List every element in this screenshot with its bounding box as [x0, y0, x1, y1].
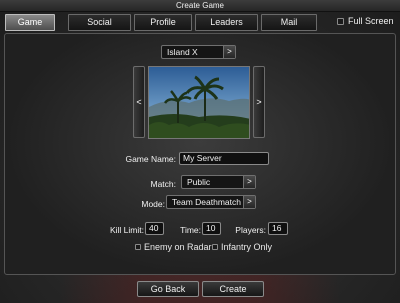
kill-limit-label: Kill Limit: [109, 225, 144, 235]
background-artwork [60, 272, 340, 303]
tab-mail[interactable]: Mail [261, 14, 317, 31]
mode-next-button[interactable]: > [243, 196, 255, 208]
players-input[interactable]: 16 [268, 222, 288, 235]
go-back-button[interactable]: Go Back [137, 281, 199, 297]
infantry-only-option[interactable]: Infantry Only [212, 242, 272, 252]
map-name: Island X [167, 47, 198, 57]
match-next-button[interactable]: > [243, 176, 255, 188]
map-preview-image [148, 66, 250, 139]
create-button[interactable]: Create [202, 281, 264, 297]
game-name-label: Game Name: [125, 154, 176, 164]
infantry-only-checkbox[interactable] [212, 244, 218, 250]
map-next-button[interactable]: > [223, 46, 235, 58]
time-label: Time: [180, 225, 201, 235]
match-selector[interactable]: Public > [181, 175, 256, 189]
mode-selector[interactable]: Team Deathmatch > [166, 195, 256, 209]
tab-game[interactable]: Game [5, 14, 55, 31]
match-value: Public [187, 177, 211, 187]
time-input[interactable]: 10 [202, 222, 221, 235]
fullscreen-toggle[interactable]: Full Screen [337, 15, 394, 27]
tab-leaders[interactable]: Leaders [195, 14, 258, 31]
map-selector[interactable]: Island X > [161, 45, 236, 59]
map-preview-graphic [149, 67, 249, 138]
tab-profile[interactable]: Profile [134, 14, 192, 31]
fullscreen-label: Full Screen [348, 16, 394, 26]
enemy-radar-label: Enemy on Radar [144, 242, 212, 252]
game-name-input[interactable]: My Server [179, 152, 269, 165]
match-label: Match: [150, 179, 176, 189]
mode-label: Mode: [141, 199, 165, 209]
map-prev-side-button[interactable]: < [133, 66, 145, 138]
infantry-only-label: Infantry Only [221, 242, 273, 252]
mode-value: Team Deathmatch [172, 197, 241, 207]
map-next-side-button[interactable]: > [253, 66, 265, 138]
players-label: Players: [235, 225, 266, 235]
kill-limit-input[interactable]: 40 [145, 222, 164, 235]
fullscreen-checkbox[interactable] [337, 17, 344, 25]
window-title: Create Game [0, 0, 400, 12]
enemy-radar-option[interactable]: Enemy on Radar [135, 242, 212, 252]
enemy-radar-checkbox[interactable] [135, 244, 141, 250]
tab-social[interactable]: Social [68, 14, 131, 31]
